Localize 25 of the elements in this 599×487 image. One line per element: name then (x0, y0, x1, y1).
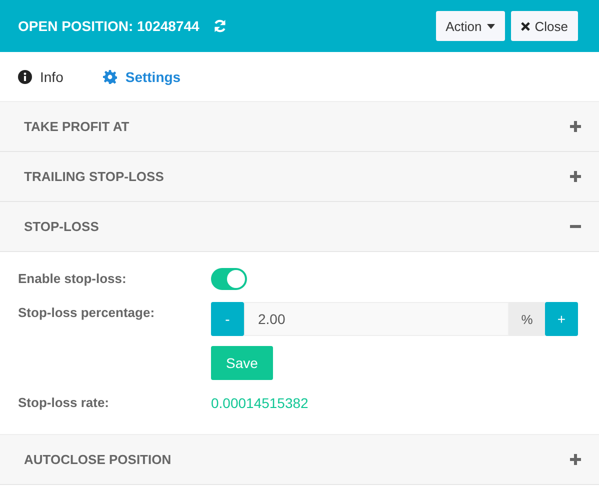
section-header[interactable]: STOP-LOSS (0, 202, 599, 252)
section-header[interactable]: TRAILING STOP-LOSS (0, 152, 599, 202)
close-button[interactable]: Close (510, 11, 578, 41)
section-header[interactable]: AUTOCLOSE POSITION (0, 435, 599, 485)
section-title: TAKE PROFIT AT (24, 119, 130, 134)
action-button[interactable]: Action (436, 11, 505, 41)
unit-label: % (509, 302, 545, 336)
section-title: STOP-LOSS (24, 219, 99, 234)
field-label: Stop-loss percentage: (18, 304, 156, 322)
rate-value: 0.00014515382 (211, 394, 310, 413)
tab[interactable]: Info (18, 68, 64, 84)
window-title: OPEN POSITION: 10248744 (18, 18, 200, 34)
refresh-icon (213, 19, 228, 33)
field-label: Stop-loss rate: (18, 394, 110, 412)
percentage-field[interactable]: 2.00 (244, 302, 509, 336)
info-icon (18, 70, 32, 84)
field-label: Enable stop-loss: (18, 270, 128, 288)
caret-icon (486, 24, 495, 28)
gear-icon (103, 70, 118, 84)
close-icon (520, 22, 530, 30)
section-header[interactable]: TAKE PROFIT AT (0, 102, 599, 152)
section-title: AUTOCLOSE POSITION (24, 452, 172, 467)
section-title: TRAILING STOP-LOSS (24, 169, 164, 184)
toggle-switch[interactable] (211, 268, 247, 290)
tab[interactable]: Settings (103, 68, 181, 84)
